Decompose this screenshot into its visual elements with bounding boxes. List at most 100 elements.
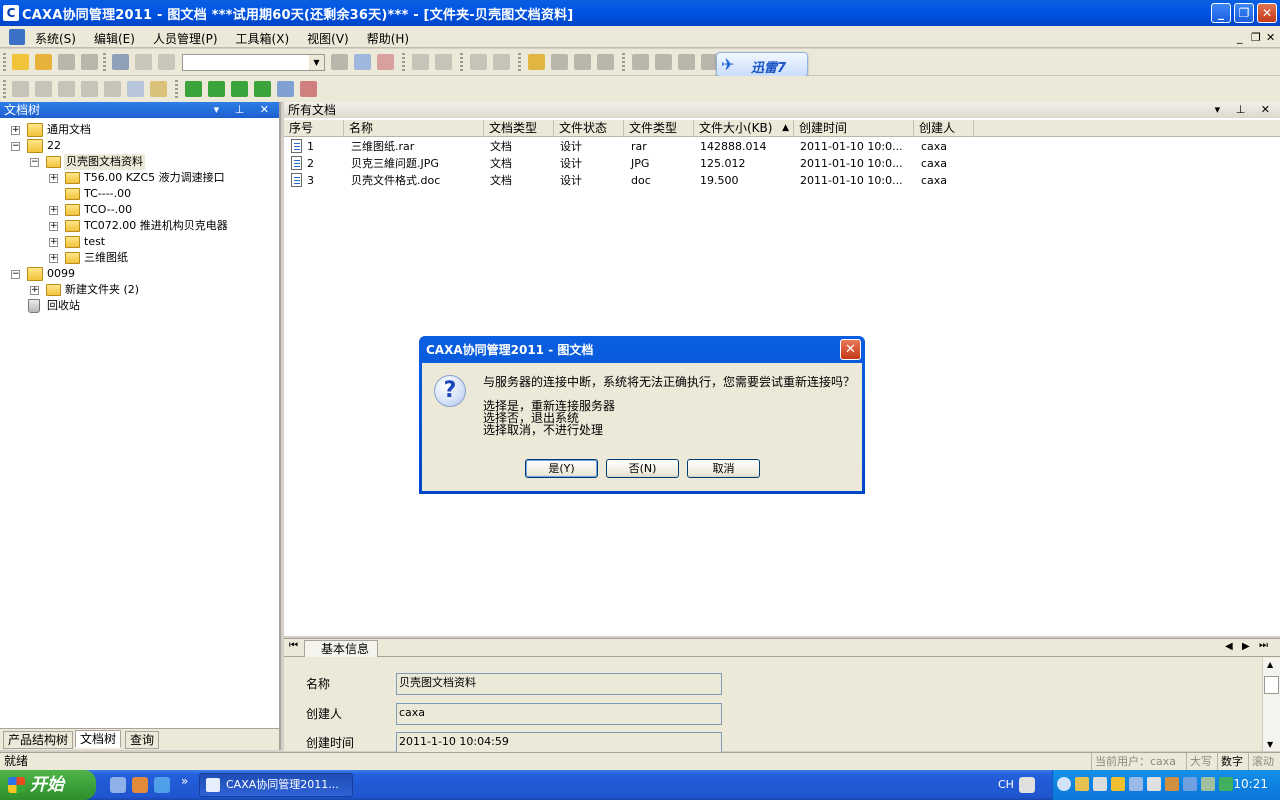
info-scrollbar[interactable]: ▲ ▼	[1262, 658, 1280, 751]
xunlei-float-widget[interactable]: ✈ 迅雷7	[716, 52, 808, 77]
approve-icon[interactable]	[655, 54, 672, 70]
dialog-title[interactable]: CAXA协同管理2011 - 图文档	[422, 336, 862, 363]
delete-folder-icon[interactable]	[35, 54, 52, 70]
ie-icon[interactable]	[154, 777, 170, 793]
no-button[interactable]: 否(N)	[606, 459, 679, 478]
move-top-icon[interactable]	[185, 81, 202, 97]
expand-all-icon[interactable]	[12, 81, 29, 97]
menu-help[interactable]: 帮助(H)	[367, 29, 416, 48]
maximize-button[interactable]: ❐	[1234, 3, 1254, 23]
expander-icon[interactable]: +	[49, 238, 58, 247]
tray-network-icon[interactable]	[1075, 777, 1089, 791]
table-row[interactable]: 1 三维图纸.rar 文档 设计 rar 142888.014 2011-01-…	[284, 138, 1280, 155]
collapse-all-icon[interactable]	[35, 81, 52, 97]
paste-icon[interactable]	[158, 54, 175, 70]
expander-icon[interactable]: −	[11, 270, 20, 279]
mdi-close-button[interactable]: ✕	[1266, 31, 1275, 44]
select-all-icon[interactable]	[277, 81, 294, 97]
column-header-file-size[interactable]: 文件大小(KB) ▲	[694, 120, 794, 137]
tray-umbrella-icon[interactable]	[1219, 777, 1233, 791]
browse-icon[interactable]	[354, 54, 371, 70]
toolbar-grip[interactable]	[3, 53, 6, 71]
menu-personnel[interactable]: 人员管理(P)	[153, 29, 225, 48]
copy-icon[interactable]	[135, 54, 152, 70]
title-bar[interactable]: C CAXA协同管理2011 - 图文档 ***试用期60天(还剩余36天)**…	[0, 0, 1280, 26]
input-language-indicator[interactable]: CH	[998, 778, 1014, 791]
filter-combo[interactable]: ▼	[182, 54, 325, 71]
expander-icon[interactable]: +	[49, 254, 58, 263]
tree-node-tc072[interactable]: + TC072.00 推进机构贝克电器	[0, 218, 270, 234]
menu-toolbox[interactable]: 工具箱(X)	[236, 29, 297, 48]
expander-icon[interactable]: +	[49, 222, 58, 231]
cancel-button[interactable]: 取消	[687, 459, 760, 478]
workflow-icon[interactable]	[632, 54, 649, 70]
expander-icon[interactable]: −	[30, 158, 39, 167]
tree-node-tco[interactable]: + TCO--.00	[0, 202, 270, 218]
tree-node-general-docs[interactable]: + 通用文档	[0, 122, 270, 138]
name-field[interactable]: 贝壳图文档资料	[396, 673, 722, 695]
expander-icon[interactable]: −	[11, 142, 20, 151]
start-button[interactable]: 开始	[0, 770, 96, 800]
tray-monitor-icon[interactable]	[1183, 777, 1197, 791]
chevron-down-icon[interactable]: ▼	[309, 55, 324, 70]
lock-icon[interactable]	[470, 54, 487, 70]
menu-edit[interactable]: 编辑(E)	[94, 29, 142, 48]
history-icon[interactable]	[597, 54, 614, 70]
link-icon[interactable]	[104, 81, 121, 97]
expander-icon[interactable]: +	[11, 126, 20, 135]
quicklaunch-chevron-icon[interactable]: »	[181, 774, 188, 788]
tray-volume-icon[interactable]	[1165, 777, 1179, 791]
close-button[interactable]: ✕	[1257, 3, 1277, 23]
tray-security-icon[interactable]	[1111, 777, 1125, 791]
save-as-icon[interactable]	[81, 54, 98, 70]
column-header-doc-type[interactable]: 文档类型	[484, 120, 554, 137]
expander-icon[interactable]: +	[49, 206, 58, 215]
tree-node-tc[interactable]: TC----.00	[0, 186, 270, 202]
creator-field[interactable]: caxa	[396, 703, 722, 725]
unlock-icon[interactable]	[493, 54, 510, 70]
column-header-file-status[interactable]: 文件状态	[554, 120, 624, 137]
expander-icon[interactable]: +	[49, 174, 58, 183]
tab-basic-info[interactable]: 基本信息	[304, 640, 379, 657]
tree-node-3d-drawings[interactable]: + 三维图纸	[0, 250, 270, 266]
menu-view[interactable]: 视图(V)	[307, 29, 356, 48]
tree-node-test[interactable]: + test	[0, 234, 270, 250]
last-tab-icon[interactable]: ⏭	[1259, 640, 1268, 651]
column-header-file-type[interactable]: 文件类型	[624, 120, 694, 137]
document-menu-icon[interactable]	[9, 29, 25, 45]
scroll-down-icon[interactable]: ▼	[1267, 740, 1273, 749]
tray-im-icon[interactable]	[1147, 777, 1161, 791]
first-tab-icon[interactable]: ⏮	[289, 640, 298, 651]
cut-icon[interactable]	[112, 54, 129, 70]
properties-icon[interactable]	[150, 81, 167, 97]
tree-node-shell-docs[interactable]: − 贝壳图文档资料	[0, 154, 270, 170]
reject-icon[interactable]	[678, 54, 695, 70]
tree-node-recycle-bin[interactable]: 回收站	[0, 298, 270, 314]
move-bottom-icon[interactable]	[254, 81, 271, 97]
scroll-up-icon[interactable]: ▲	[1267, 660, 1273, 669]
keyboard-icon[interactable]	[1019, 777, 1035, 793]
column-header-created-time[interactable]: 创建时间	[794, 120, 914, 137]
checkout-icon[interactable]	[435, 54, 452, 70]
tab-product-tree[interactable]: 产品结构树	[3, 731, 74, 749]
table-row[interactable]: 3 贝壳文件格式.doc 文档 设计 doc 19.500 2011-01-10…	[284, 172, 1280, 189]
tree-node-t56[interactable]: + T56.00 KZC5 液力调速接口	[0, 170, 270, 186]
tree-node-new-folder-2[interactable]: + 新建文件夹 (2)	[0, 282, 270, 298]
prev-tab-icon[interactable]: ◀	[1225, 641, 1233, 652]
taskbar-item-caxa[interactable]: CAXA协同管理2011...	[199, 773, 353, 797]
tab-query[interactable]: 查询	[125, 731, 160, 749]
mdi-restore-button[interactable]: ❐	[1251, 31, 1261, 44]
new-folder-icon[interactable]	[12, 54, 29, 70]
version-icon[interactable]	[574, 54, 591, 70]
column-header-name[interactable]: 名称	[344, 120, 484, 137]
move-up-icon[interactable]	[208, 81, 225, 97]
tree-node-0099[interactable]: − 0099	[0, 266, 270, 282]
checkin-icon[interactable]	[412, 54, 429, 70]
pane-controls[interactable]: ▾ ⊥ ✕	[1215, 102, 1276, 118]
created-time-field[interactable]: 2011-1-10 10:04:59	[396, 732, 722, 754]
column-header-creator[interactable]: 创建人	[914, 120, 974, 137]
outdent-icon[interactable]	[81, 81, 98, 97]
pane-controls[interactable]: ▾ ⊥ ✕	[214, 102, 275, 118]
expander-icon[interactable]: +	[30, 286, 39, 295]
tray-tool-icon[interactable]	[1129, 777, 1143, 791]
